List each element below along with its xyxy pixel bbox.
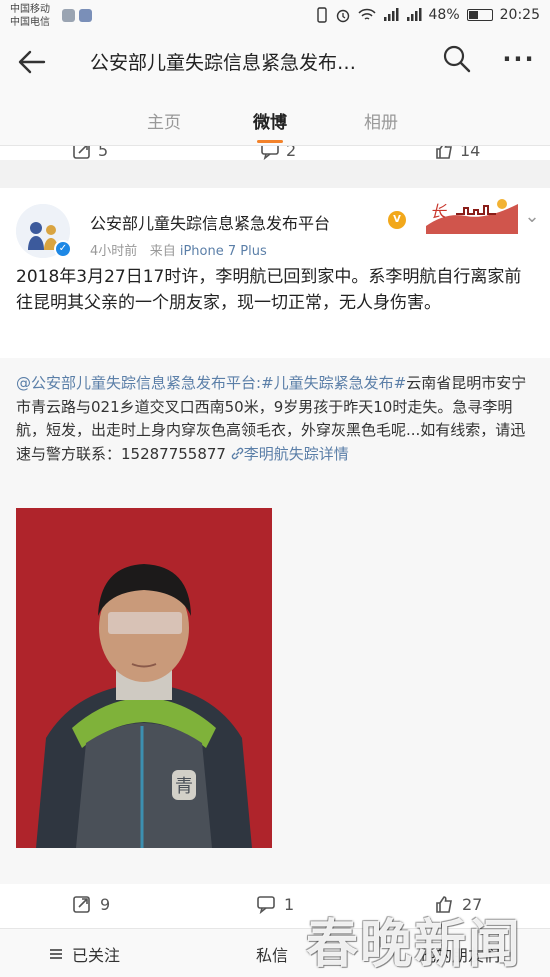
member-crown-icon: V xyxy=(388,211,406,229)
battery-percent: 48% xyxy=(428,7,460,23)
menu-icon xyxy=(50,949,62,959)
app-notification-icon xyxy=(79,9,92,22)
prev-comment-count: 2 xyxy=(286,146,297,160)
clock: 20:25 xyxy=(499,7,540,23)
notification-icons xyxy=(62,9,92,22)
watermark: 春晚新闻 xyxy=(306,914,523,975)
carrier-1: 中国移动 xyxy=(10,4,50,15)
comment-count: 1 xyxy=(284,894,295,914)
page-title: 公安部儿童失踪信息紧急发布… xyxy=(90,52,357,74)
previous-post-actions: 5 2 14 xyxy=(0,146,550,160)
signal-icon xyxy=(406,8,422,21)
post-text: 2018年3月27日17时许，李明航已回到家中。系李明航自行离家前往昆明其父亲的… xyxy=(16,267,522,313)
battery-icon xyxy=(466,9,493,21)
post-card: ✓ 公安部儿童失踪信息紧急发布平台 V 4小时前 来自 iPhone 7 Plu… xyxy=(0,188,550,928)
more-icon: ··· xyxy=(502,45,536,73)
hashtag-link[interactable]: :#儿童失踪紧急发布# xyxy=(256,374,406,392)
tab-album[interactable]: 相册 xyxy=(364,108,398,133)
from-label: 来自 xyxy=(149,244,176,259)
child-photo-image: 青 xyxy=(16,508,272,848)
post-source[interactable]: iPhone 7 Plus xyxy=(180,244,267,259)
status-bar: 中国移动 中国电信 48% 20:25 xyxy=(0,0,550,34)
carrier-info: 中国移动 中国电信 xyxy=(10,3,50,29)
like-icon xyxy=(436,146,452,159)
follow-button[interactable]: 已关注 xyxy=(48,942,120,966)
prev-repost-button[interactable]: 5 xyxy=(72,146,108,160)
comment-icon xyxy=(257,896,275,914)
repost-icon xyxy=(73,896,90,913)
app-notification-icon xyxy=(62,9,75,22)
search-icon xyxy=(443,45,471,73)
mention-link[interactable]: @公安部儿童失踪信息紧急发布平台 xyxy=(16,374,256,392)
status-right: 48% 20:25 xyxy=(316,7,540,23)
prev-comment-button[interactable]: 2 xyxy=(260,146,296,160)
wifi-icon xyxy=(357,8,376,20)
banner-char: 长 xyxy=(430,202,447,221)
more-button[interactable]: ··· xyxy=(497,44,541,80)
shirt-badge-text: 青 xyxy=(175,776,193,797)
link-icon xyxy=(231,447,244,459)
carrier-2: 中国电信 xyxy=(10,17,50,28)
tab-home[interactable]: 主页 xyxy=(147,108,181,133)
detail-link[interactable]: 李明航失踪详情 xyxy=(231,445,349,463)
detail-link-text: 李明航失踪详情 xyxy=(243,444,349,463)
chevron-down-icon: ⌄ xyxy=(524,206,540,227)
back-arrow-icon xyxy=(18,50,46,74)
post-meta: 4小时前 来自 iPhone 7 Plus xyxy=(90,240,267,259)
post-time: 4小时前 xyxy=(90,244,138,259)
repost-button[interactable]: 9 xyxy=(72,894,110,914)
back-button[interactable] xyxy=(14,44,50,80)
great-wall-banner: 长 xyxy=(426,194,518,234)
comment-icon xyxy=(261,146,279,160)
message-label: 私信 xyxy=(256,946,289,965)
repost-count: 9 xyxy=(100,894,111,914)
missing-child-photo[interactable]: 青 xyxy=(16,508,272,848)
battery-fill xyxy=(468,11,479,19)
account-name[interactable]: 公安部儿童失踪信息紧急发布平台 xyxy=(90,210,330,234)
tab-weibo[interactable]: 微博 xyxy=(253,108,287,133)
verified-badge-icon: ✓ xyxy=(54,240,72,258)
reposted-content[interactable]: @公安部儿童失踪信息紧急发布平台:#儿童失踪紧急发布#云南省昆明市安宁市青云路与… xyxy=(0,358,550,884)
card-menu-button[interactable]: ⌄ xyxy=(524,206,540,230)
alarm-icon xyxy=(336,9,349,23)
feed-divider xyxy=(0,160,550,188)
message-button[interactable]: 私信 xyxy=(256,942,288,966)
search-button[interactable] xyxy=(442,44,478,80)
repost-icon xyxy=(73,146,90,159)
top-nav: 公安部儿童失踪信息紧急发布… ··· xyxy=(0,34,550,90)
signal-icon xyxy=(383,8,399,21)
follow-label: 已关注 xyxy=(72,946,121,965)
profile-tabs: 主页 微博 相册 xyxy=(0,90,550,146)
prev-like-button[interactable]: 14 xyxy=(434,146,480,160)
active-tab-indicator xyxy=(257,140,283,143)
prev-repost-count: 5 xyxy=(98,146,109,160)
comment-button[interactable]: 1 xyxy=(256,894,294,914)
vibrate-icon xyxy=(316,7,327,23)
prev-like-count: 14 xyxy=(460,146,481,160)
repost-text: @公安部儿童失踪信息紧急发布平台:#儿童失踪紧急发布#云南省昆明市安宁市青云路与… xyxy=(16,372,538,466)
